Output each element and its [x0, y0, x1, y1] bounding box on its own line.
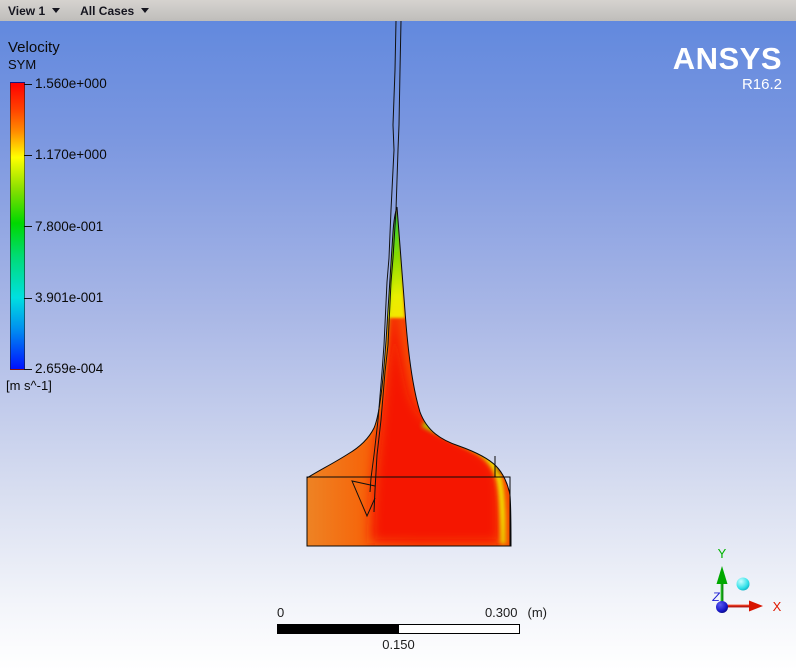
ansys-logo: ANSYS R16.2: [673, 43, 782, 92]
legend-subtitle: SYM: [8, 57, 37, 72]
legend-tick: [24, 226, 32, 227]
view-selector-label: View 1: [8, 3, 46, 18]
ruler-label-zero: 0: [277, 605, 285, 620]
viewer-toolbar: View 1 All Cases: [0, 0, 796, 21]
legend-title: Velocity: [8, 39, 60, 56]
x-axis-shaft: [726, 604, 749, 608]
legend-tick: [24, 369, 32, 370]
legend-tick-label: 3.901e-001: [35, 290, 104, 305]
x-axis-label: X: [773, 599, 782, 614]
viewport-3d[interactable]: Velocity SYM 1.560e+000 1.170e+000 7.800…: [0, 21, 796, 670]
case-selector-label: All Cases: [80, 3, 135, 18]
ruler-label-max: 0.300: [484, 605, 518, 620]
ruler-bar: [277, 624, 520, 634]
chevron-down-icon: [52, 8, 61, 13]
view-selector[interactable]: View 1: [8, 0, 61, 21]
legend-tick-label: 2.659e-004: [35, 361, 104, 376]
legend-unit: [m s^-1]: [6, 378, 52, 393]
contour-red-core: [371, 295, 500, 543]
contour-plume-fill: [307, 207, 511, 546]
contour-dark-spot: [496, 458, 504, 474]
velocity-contour-scene: [306, 21, 512, 547]
ansys-version: R16.2: [741, 76, 782, 93]
coordinate-triad: Y X Z: [711, 546, 782, 614]
scale-ruler: 0 0.300 (m) 0.150: [277, 605, 547, 652]
x-axis-arrowhead: [749, 600, 763, 612]
ansys-cfd-post-window: View 1 All Cases Velocity SYM 1.560e+000…: [0, 0, 796, 670]
y-axis-arrowhead: [716, 566, 728, 584]
legend-tick-label: 1.560e+000: [35, 76, 107, 91]
chevron-down-icon: [141, 8, 150, 13]
ruler-bar-black-half: [278, 625, 399, 633]
ruler-label-unit: (m): [527, 605, 548, 620]
ruler-label-mid: 0.150: [382, 637, 415, 652]
legend-tick-label: 1.170e+000: [35, 147, 107, 162]
legend-tick: [24, 298, 32, 299]
y-axis-label: Y: [718, 546, 727, 561]
legend-colorbar: [10, 82, 25, 370]
z-axis-label: Z: [711, 590, 720, 604]
legend-tick-label: 7.800e-001: [35, 219, 104, 234]
case-selector[interactable]: All Cases: [80, 0, 150, 21]
legend-tick: [24, 155, 32, 156]
ansys-logo-text: ANSYS: [672, 41, 782, 76]
iso-view-sphere[interactable]: [736, 577, 750, 591]
legend-tick: [24, 84, 32, 85]
